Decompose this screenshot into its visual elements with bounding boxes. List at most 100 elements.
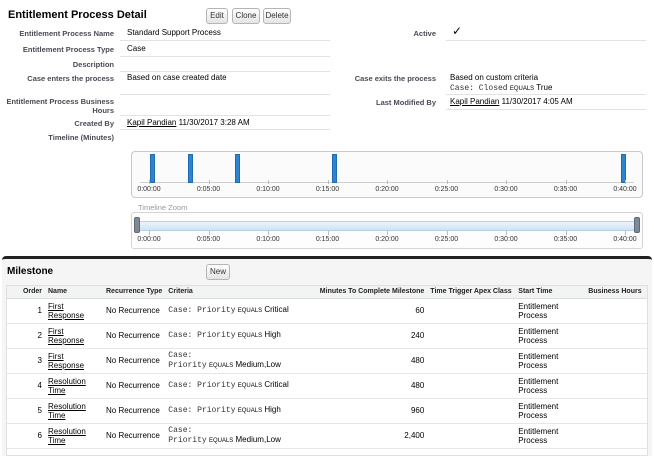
zoom-tick xyxy=(506,231,507,235)
modified-user-link[interactable]: Kapil Pandian xyxy=(450,97,499,106)
recurrence-cell: No Recurrence xyxy=(103,373,166,399)
col-name: Name xyxy=(45,286,103,299)
zoom-right-handle[interactable] xyxy=(634,217,640,233)
type-value: Case xyxy=(127,44,146,53)
business-hours-cell xyxy=(585,373,647,399)
milestone-name-link[interactable]: Resolution Time xyxy=(48,377,86,395)
timeline-zoom-label: Timeline Zoom xyxy=(138,203,188,212)
page-title: Entitlement Process Detail xyxy=(8,9,147,21)
type-label: Entitlement Process Type xyxy=(22,45,114,54)
apex-class-cell xyxy=(427,373,516,399)
zoom-tick-label: 0:40:00 xyxy=(613,236,637,243)
timeline-milestone-bar[interactable] xyxy=(150,154,155,183)
zoom-tick-label: 0:30:00 xyxy=(494,236,518,243)
name-cell: Resolution Time xyxy=(45,398,103,424)
timeline-tick-label: 0:25:00 xyxy=(434,186,459,193)
zoom-tick-label: 0:10:00 xyxy=(256,236,280,243)
start-time-cell: Entitlement Process xyxy=(515,323,586,349)
timeline-tick xyxy=(625,180,626,184)
criteria-cell: Case: Priority EQUALS Critical xyxy=(165,298,312,324)
milestone-title: Milestone xyxy=(7,266,54,277)
milestone-name-link[interactable]: First Response xyxy=(48,352,84,370)
edit-button[interactable]: Edit xyxy=(206,8,228,24)
name-value: Standard Support Process xyxy=(127,28,221,37)
col-minutes: Minutes To Complete Milestone xyxy=(311,286,428,299)
order-cell: 2 xyxy=(7,323,45,349)
timeline-milestone-bar[interactable] xyxy=(332,154,337,183)
milestone-name-link[interactable]: First Response xyxy=(48,327,84,345)
timeline-tick-label: 0:15:00 xyxy=(315,186,340,193)
business-hours-cell xyxy=(585,298,647,324)
exits-label: Case exits the process xyxy=(354,74,436,83)
milestone-section: Milestone New Order Name Recurrence Type… xyxy=(2,256,652,456)
zoom-tick xyxy=(208,231,210,235)
col-start-time: Start Time xyxy=(515,286,586,299)
zoom-tick-label: 0:00:00 xyxy=(137,236,161,243)
business-hours-cell xyxy=(585,398,647,424)
name-cell: First Response xyxy=(45,298,103,324)
minutes-cell: 960 xyxy=(311,398,428,424)
zoom-tick-label: 0:25:00 xyxy=(434,236,459,243)
minutes-cell: 60 xyxy=(311,298,428,324)
milestone-name-link[interactable]: Resolution Time xyxy=(48,402,86,420)
apex-class-cell xyxy=(427,298,516,324)
timeline-tick xyxy=(506,180,507,184)
delete-button[interactable]: Delete xyxy=(263,8,291,24)
timeline-milestone-bar[interactable] xyxy=(235,154,240,183)
recurrence-cell: No Recurrence xyxy=(103,423,166,449)
minutes-cell: 480 xyxy=(311,373,428,399)
created-value: Kapil Pandian 11/30/2017 3:28 AM xyxy=(127,118,250,127)
timeline-tick-label: 0:00:00 xyxy=(137,186,161,193)
active-checkmark-icon: ✓ xyxy=(452,24,463,38)
minutes-cell: 2,400 xyxy=(311,423,428,449)
milestone-name-link[interactable]: Resolution Time xyxy=(48,427,86,445)
zoom-left-handle[interactable] xyxy=(134,217,140,233)
table-row: 1 First Response No Recurrence Case: Priori… xyxy=(7,298,647,324)
timeline-tick-label: 0:20:00 xyxy=(375,186,399,193)
order-cell: 5 xyxy=(7,398,45,424)
zoom-tick-label: 0:15:00 xyxy=(315,236,340,243)
new-milestone-button[interactable]: New xyxy=(206,264,230,280)
apex-class-cell xyxy=(427,423,516,449)
name-cell: Resolution Time xyxy=(45,423,103,449)
col-criteria: Criteria xyxy=(165,286,312,299)
timeline-tick xyxy=(327,180,329,184)
milestone-name-link[interactable]: First Response xyxy=(48,302,84,320)
apex-class-cell xyxy=(427,323,516,349)
apex-class-cell xyxy=(427,398,516,424)
timeline-tick xyxy=(387,180,388,184)
timeline-tick-label: 0:40:00 xyxy=(613,186,637,193)
clone-button[interactable]: Clone xyxy=(232,8,260,24)
order-cell: 3 xyxy=(7,348,45,374)
zoom-tick xyxy=(268,231,269,235)
zoom-tick xyxy=(446,231,448,235)
timeline-tick xyxy=(208,180,210,184)
timeline-zoom[interactable]: 0:00:00 0:05:00 0:10:00 0:15:00 0:20:00 0:25:… xyxy=(131,212,643,249)
enters-value: Based on case created date xyxy=(127,73,227,82)
table-row: 2 First Response No Recurrence Case: Priori… xyxy=(7,323,647,349)
timeline-tick xyxy=(565,180,567,184)
zoom-tick-label: 0:05:00 xyxy=(196,236,221,243)
created-label: Created By xyxy=(74,119,114,128)
col-recurrence: Recurrence Type xyxy=(103,286,166,299)
zoom-tick xyxy=(625,231,626,235)
name-cell: Resolution Time xyxy=(45,373,103,399)
zoom-tick-label: 0:35:00 xyxy=(553,236,578,243)
start-time-cell: Entitlement Process xyxy=(515,373,586,399)
timeline-zoom-slider[interactable] xyxy=(136,221,638,231)
milestone-table: Order Name Recurrence Type Criteria Minu… xyxy=(7,286,647,449)
col-business-hours: Business Hours xyxy=(585,286,647,299)
recurrence-cell: No Recurrence xyxy=(103,298,166,324)
created-user-link[interactable]: Kapil Pandian xyxy=(127,118,176,127)
business-hours-cell xyxy=(585,423,647,449)
modified-label: Last Modified By xyxy=(375,98,436,107)
start-time-cell: Entitlement Process xyxy=(515,348,586,374)
business-hours-cell xyxy=(585,348,647,374)
timeline-milestone-bar[interactable] xyxy=(188,154,193,183)
timeline-milestone-bar[interactable] xyxy=(621,154,626,183)
timeline-chart: 0:00:00 0:05:00 0:10:00 0:15:00 0:20:00 0:25:… xyxy=(131,151,643,198)
exits-criteria: Case: Closed EQUALS True xyxy=(450,83,553,93)
start-time-cell: Entitlement Process xyxy=(515,423,586,449)
business-hours-cell xyxy=(585,323,647,349)
col-order: Order xyxy=(7,286,45,299)
